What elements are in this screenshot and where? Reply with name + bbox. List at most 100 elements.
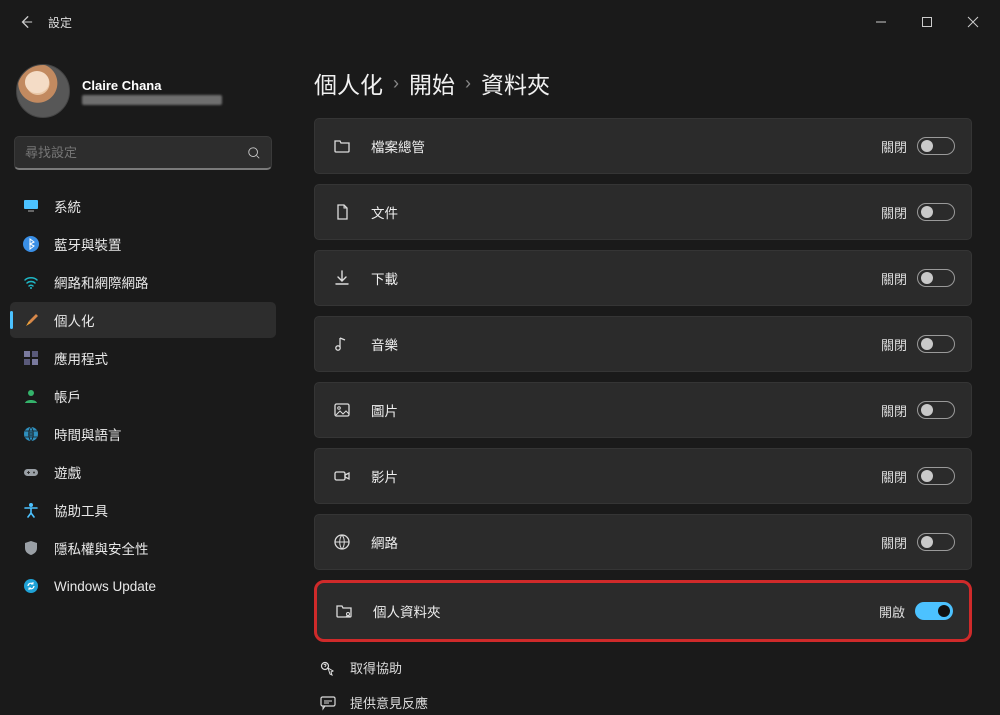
sidebar: Claire Chana 系統藍牙與裝置網路和網際網路個人化應用程式帳戶時間與語… (0, 44, 286, 715)
folder-toggle[interactable] (917, 467, 955, 485)
sidebar-item-label: 個人化 (54, 310, 95, 330)
chevron-right-icon: › (393, 73, 399, 94)
sidebar-item-2[interactable]: 網路和網際網路 (10, 264, 276, 300)
sidebar-item-4[interactable]: 應用程式 (10, 340, 276, 376)
window-minimize[interactable] (858, 7, 904, 37)
sidebar-item-label: 應用程式 (54, 348, 108, 368)
person-icon (22, 387, 40, 405)
music-icon (331, 335, 353, 353)
toggle-state-label: 關閉 (881, 335, 907, 354)
sidebar-item-label: Windows Update (54, 579, 156, 594)
sidebar-item-label: 協助工具 (54, 500, 108, 520)
search-box[interactable] (14, 136, 272, 170)
toggle-state-label: 關閉 (881, 203, 907, 222)
video-icon (331, 467, 353, 485)
sidebar-item-10[interactable]: Windows Update (10, 568, 276, 604)
avatar (16, 64, 70, 118)
folder-toggle[interactable] (917, 137, 955, 155)
help-row-0[interactable]: 取得協助 (314, 658, 972, 677)
sidebar-item-label: 時間與語言 (54, 424, 122, 444)
crumb-folders: 資料夾 (481, 66, 550, 100)
folder-row-0: 檔案總管 關閉 (314, 118, 972, 174)
folder-label: 文件 (371, 202, 398, 222)
window-maximize[interactable] (904, 7, 950, 37)
folder-label: 音樂 (371, 334, 398, 354)
sidebar-item-label: 隱私權與安全性 (54, 538, 149, 558)
help-label: 提供意見反應 (350, 693, 428, 712)
sidebar-item-9[interactable]: 隱私權與安全性 (10, 530, 276, 566)
folder-row-6: 網路 關閉 (314, 514, 972, 570)
download-icon (331, 269, 353, 287)
titlebar: 設定 (0, 0, 1000, 44)
toggle-state-label: 關閉 (881, 137, 907, 156)
help-label: 取得協助 (350, 658, 402, 677)
folder-row-1: 文件 關閉 (314, 184, 972, 240)
breadcrumb: 個人化 › 開始 › 資料夾 (314, 66, 972, 100)
shield-icon (22, 539, 40, 557)
folder-row-7: 個人資料夾 開啟 (314, 580, 972, 642)
folder-toggle[interactable] (917, 203, 955, 221)
bluetooth-icon (22, 235, 40, 253)
sidebar-item-label: 遊戲 (54, 462, 81, 482)
explorer-icon (331, 137, 353, 155)
toggle-state-label: 開啟 (879, 602, 905, 621)
network-icon (331, 533, 353, 551)
sidebar-item-7[interactable]: 遊戲 (10, 454, 276, 490)
sidebar-item-label: 系統 (54, 196, 81, 216)
folder-label: 個人資料夾 (373, 601, 441, 621)
accessibility-icon (22, 501, 40, 519)
sidebar-item-label: 藍牙與裝置 (54, 234, 122, 254)
folder-label: 下載 (371, 268, 398, 288)
window-close[interactable] (950, 7, 996, 37)
folder-row-2: 下載 關閉 (314, 250, 972, 306)
sidebar-item-label: 帳戶 (54, 386, 81, 406)
gamepad-icon (22, 463, 40, 481)
toggle-state-label: 關閉 (881, 269, 907, 288)
update-icon (22, 577, 40, 595)
folder-toggle[interactable] (917, 335, 955, 353)
folder-row-4: 圖片 關閉 (314, 382, 972, 438)
apps-icon (22, 349, 40, 367)
folder-row-3: 音樂 關閉 (314, 316, 972, 372)
folder-toggle[interactable] (917, 533, 955, 551)
help-row-1[interactable]: 提供意見反應 (314, 693, 972, 712)
folder-label: 網路 (371, 532, 398, 552)
folder-toggle[interactable] (917, 401, 955, 419)
toggle-state-label: 關閉 (881, 401, 907, 420)
profile-email-redacted (82, 95, 222, 105)
back-button[interactable] (14, 10, 38, 34)
chevron-right-icon: › (465, 73, 471, 94)
globe-icon (22, 425, 40, 443)
main-content: 個人化 › 開始 › 資料夾 檔案總管 關閉 文件 關閉 下載 關閉 音樂 關閉… (286, 44, 1000, 715)
folder-row-5: 影片 關閉 (314, 448, 972, 504)
folder-label: 影片 (371, 466, 398, 486)
folder-label: 檔案總管 (371, 136, 425, 156)
sidebar-item-0[interactable]: 系統 (10, 188, 276, 224)
help-icon (318, 659, 338, 677)
search-input[interactable] (25, 145, 247, 160)
sidebar-nav: 系統藍牙與裝置網路和網際網路個人化應用程式帳戶時間與語言遊戲協助工具隱私權與安全… (10, 188, 276, 604)
personal-folder-icon (333, 602, 355, 620)
picture-icon (331, 401, 353, 419)
toggle-state-label: 關閉 (881, 467, 907, 486)
folder-toggle[interactable] (917, 269, 955, 287)
profile-block[interactable]: Claire Chana (10, 62, 276, 132)
folder-label: 圖片 (371, 400, 398, 420)
profile-name: Claire Chana (82, 78, 222, 93)
document-icon (331, 203, 353, 221)
window-title: 設定 (48, 14, 72, 31)
sidebar-item-3[interactable]: 個人化 (10, 302, 276, 338)
sidebar-item-8[interactable]: 協助工具 (10, 492, 276, 528)
sidebar-item-5[interactable]: 帳戶 (10, 378, 276, 414)
folder-toggle[interactable] (915, 602, 953, 620)
feedback-icon (318, 694, 338, 712)
crumb-start[interactable]: 開始 (409, 66, 455, 100)
sidebar-item-6[interactable]: 時間與語言 (10, 416, 276, 452)
wifi-icon (22, 273, 40, 291)
crumb-personalization[interactable]: 個人化 (314, 66, 383, 100)
search-icon (247, 146, 261, 160)
sidebar-item-1[interactable]: 藍牙與裝置 (10, 226, 276, 262)
sidebar-item-label: 網路和網際網路 (54, 272, 149, 292)
brush-icon (22, 311, 40, 329)
monitor-icon (22, 197, 40, 215)
